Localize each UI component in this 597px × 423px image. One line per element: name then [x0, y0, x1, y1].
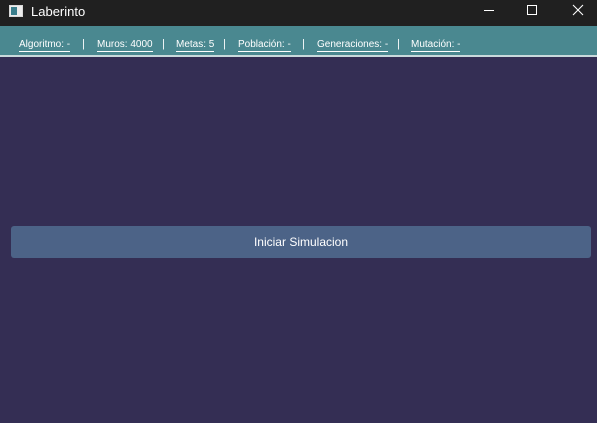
menu-item-muros[interactable]: Muros: 4000	[97, 39, 153, 52]
menu-item-poblacion[interactable]: Población: -	[238, 39, 291, 52]
menu-item-mutacion[interactable]: Mutación: -	[411, 39, 461, 52]
start-simulation-button[interactable]: Iniciar Simulacion	[11, 226, 591, 258]
window-app-icon	[9, 5, 23, 17]
title-bar[interactable]: Laberinto	[0, 0, 597, 26]
menu-item-algoritmo[interactable]: Algoritmo: -	[19, 39, 71, 52]
menu-item-generaciones[interactable]: Generaciones: -	[317, 39, 389, 52]
window-title: Laberinto	[31, 4, 86, 19]
close-button[interactable]	[554, 0, 597, 26]
maximize-button[interactable]	[509, 0, 555, 26]
minimize-button[interactable]	[465, 0, 511, 26]
info-bar: Algoritmo: - | Muros: 4000 | Metas: 5 | …	[0, 26, 597, 57]
app-window: Laberinto Algoritmo: - | Muros: 4000 | M…	[0, 0, 597, 423]
menu-separator: |	[82, 38, 85, 50]
menu-item-metas[interactable]: Metas: 5	[176, 39, 215, 52]
menu-separator: |	[397, 38, 400, 50]
close-icon	[572, 4, 584, 16]
menu-separator: |	[223, 38, 226, 50]
menu-separator: |	[302, 38, 305, 50]
menu-separator: |	[162, 38, 165, 50]
minimize-icon	[484, 10, 494, 11]
maximize-icon	[527, 5, 537, 15]
